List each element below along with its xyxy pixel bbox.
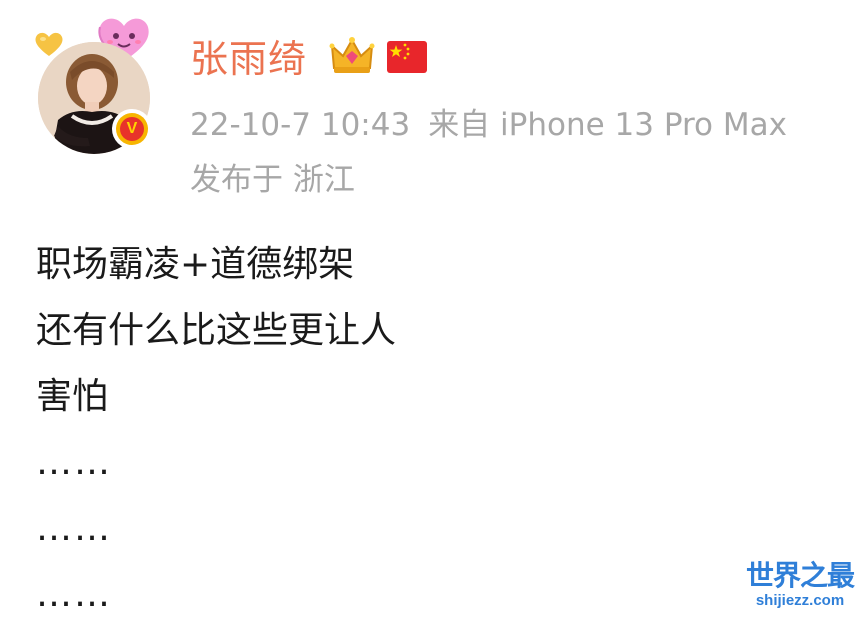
watermark: 世界之最 shijiezz.com: [740, 560, 860, 610]
post-meta: 22-10-7 10:43 来自 iPhone 13 Pro Max: [190, 103, 787, 147]
post-line: 职场霸凌+道德绑架: [36, 244, 355, 285]
post-source: 来自 iPhone 13 Pro Max: [428, 107, 787, 143]
verified-mark: V: [120, 117, 144, 141]
profile-avatar-group[interactable]: V: [34, 16, 164, 154]
post-line: 害怕: [36, 376, 109, 417]
post-line-ellipsis: ……: [36, 442, 112, 483]
post-line-ellipsis: ……: [36, 574, 112, 615]
china-flag-icon: [387, 41, 427, 73]
crown-icon[interactable]: [328, 34, 376, 76]
post-location: 发布于 浙江: [190, 162, 355, 198]
post-line: 还有什么比这些更让人: [36, 310, 397, 351]
post-line-ellipsis: ……: [36, 508, 112, 549]
watermark-title: 世界之最: [745, 559, 855, 592]
post-datetime: 22-10-7 10:43: [190, 107, 411, 143]
post-body: 职场霸凌+道德绑架 还有什么比这些更让人 害怕 …… …… ……: [36, 240, 396, 636]
watermark-url: shijiezz.com: [755, 592, 845, 609]
username[interactable]: 张雨绮: [190, 36, 307, 82]
verified-badge: V: [112, 109, 152, 149]
